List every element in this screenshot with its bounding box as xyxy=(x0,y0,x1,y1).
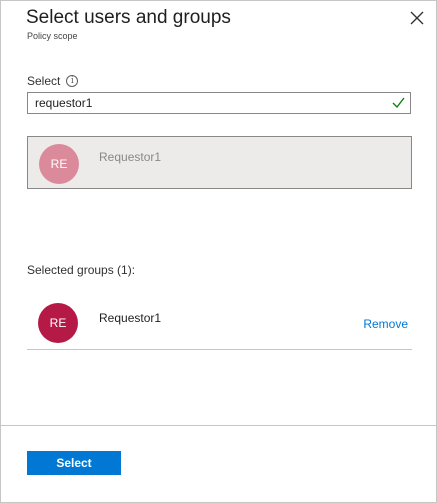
avatar-initials: RE xyxy=(50,157,68,171)
select-button[interactable]: Select xyxy=(27,451,121,475)
close-icon xyxy=(410,11,424,25)
close-button[interactable] xyxy=(408,9,426,27)
search-box xyxy=(27,92,411,114)
search-input[interactable] xyxy=(28,93,388,113)
footer-divider xyxy=(1,425,436,426)
panel-subtitle: Policy scope xyxy=(27,31,78,41)
search-result-name: Requestor1 xyxy=(99,150,162,164)
selected-groups-heading: Selected groups (1): xyxy=(27,263,136,277)
avatar: RE xyxy=(39,144,79,184)
select-label-text: Select xyxy=(27,74,61,88)
search-result-item[interactable]: RE Requestor1 xyxy=(27,136,412,189)
avatar-initials: RE xyxy=(49,316,67,330)
select-users-groups-panel: Select users and groups Policy scope Sel… xyxy=(0,0,437,503)
check-icon xyxy=(392,97,405,109)
avatar: RE xyxy=(38,303,78,343)
select-field-label: Select i xyxy=(27,74,79,88)
info-icon[interactable]: i xyxy=(66,75,79,87)
selected-group-row: RE Requestor1 Remove xyxy=(27,296,412,350)
remove-link[interactable]: Remove xyxy=(363,317,408,331)
selected-group-name: Requestor1 xyxy=(99,311,162,325)
panel-title: Select users and groups xyxy=(26,7,231,28)
